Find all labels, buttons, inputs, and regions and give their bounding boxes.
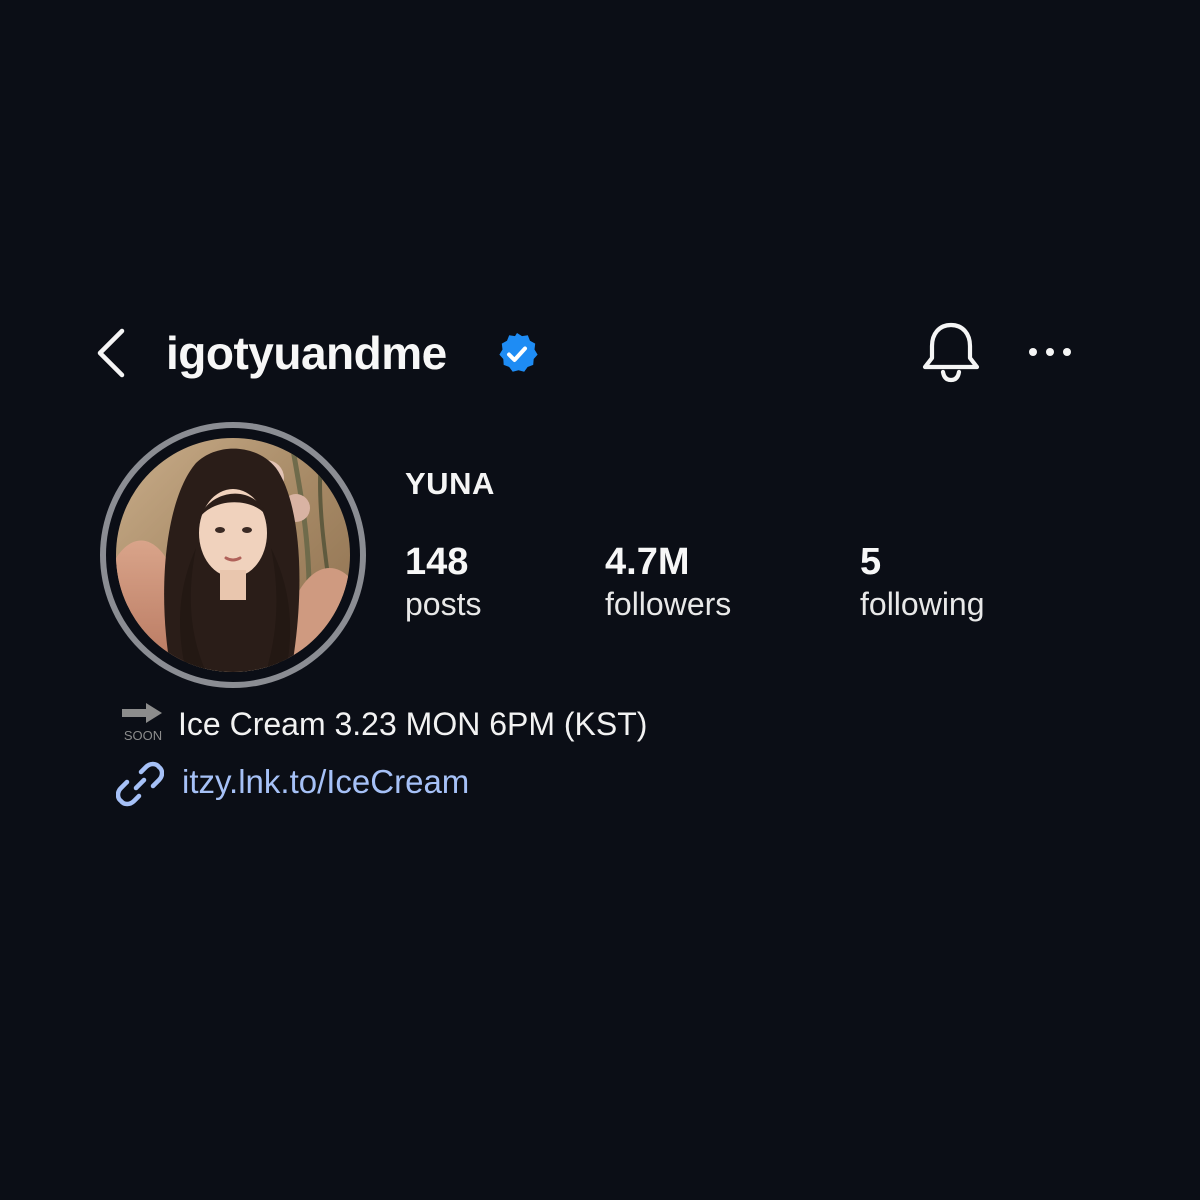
stat-label: following bbox=[860, 586, 985, 622]
stat-value: 4.7M bbox=[605, 541, 690, 583]
stat-posts[interactable]: 148 posts bbox=[405, 540, 481, 624]
stat-label: followers bbox=[605, 586, 732, 622]
avatar-photo bbox=[116, 438, 350, 672]
soon-arrow-icon: SOON bbox=[122, 703, 162, 742]
profile-username: igotyuandme bbox=[166, 327, 447, 379]
bell-icon[interactable] bbox=[920, 320, 982, 384]
link-icon bbox=[116, 761, 164, 807]
stat-value: 5 bbox=[860, 541, 882, 583]
bio-text: Ice Cream 3.23 MON 6PM (KST) bbox=[178, 706, 648, 742]
stat-following[interactable]: 5 following bbox=[860, 540, 985, 624]
avatar[interactable] bbox=[116, 438, 350, 672]
soon-label: SOON bbox=[124, 728, 162, 742]
bio-link[interactable]: itzy.lnk.to/IceCream bbox=[182, 762, 469, 802]
back-chevron-icon[interactable] bbox=[92, 326, 132, 380]
stat-followers[interactable]: 4.7M followers bbox=[605, 540, 731, 624]
stat-value: 148 bbox=[405, 541, 469, 583]
display-name: YUNA bbox=[405, 466, 495, 501]
more-options-icon[interactable] bbox=[1024, 336, 1076, 368]
verified-badge-icon bbox=[499, 333, 538, 372]
stat-label: posts bbox=[405, 586, 482, 622]
